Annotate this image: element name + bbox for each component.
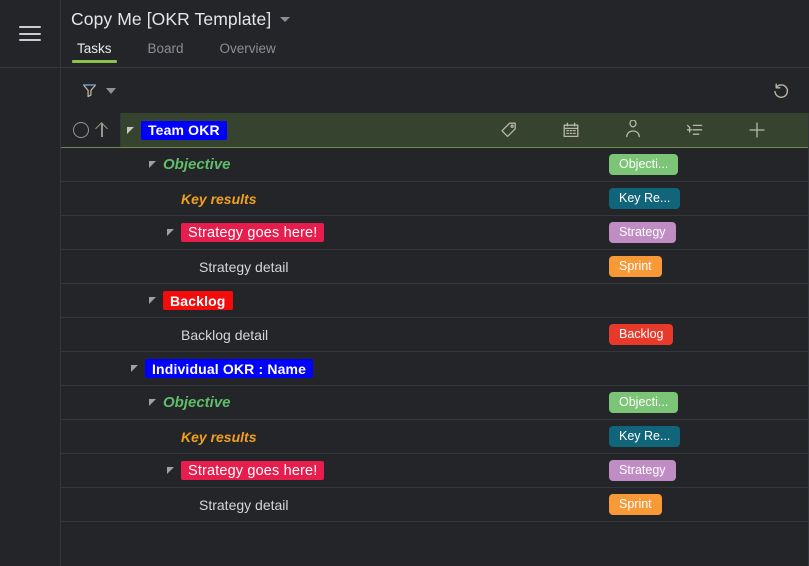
list-add-icon[interactable]: [664, 120, 726, 140]
row-tag-cell: Strategy: [598, 454, 808, 487]
hamburger-line: [19, 26, 41, 28]
left-rail-body: [0, 68, 60, 566]
expand-collapse-triangle-icon[interactable]: [167, 467, 174, 474]
hamburger-icon[interactable]: [19, 26, 41, 41]
table-row[interactable]: Team OKR: [61, 113, 808, 148]
toolbar-left: [81, 82, 116, 99]
status-badge[interactable]: Sprint: [609, 255, 662, 278]
tab-overview[interactable]: Overview: [215, 41, 281, 63]
tab-tasks[interactable]: Tasks: [72, 41, 117, 63]
status-badge[interactable]: Backlog: [609, 323, 674, 346]
row-name-cell: Key results: [61, 182, 598, 215]
table-row[interactable]: Strategy goes here! Strategy: [61, 216, 808, 250]
task-name[interactable]: Key results: [181, 429, 256, 445]
arrow-up-icon[interactable]: [95, 122, 108, 138]
row-gutter: [61, 113, 121, 147]
row-tag-cell: [598, 284, 808, 317]
row-name-cell: Strategy detail: [61, 488, 598, 521]
task-name[interactable]: Strategy detail: [199, 259, 289, 275]
table-row[interactable]: Strategy detail Sprint: [61, 250, 808, 284]
row-tag-cell: Sprint: [598, 488, 808, 521]
row-name-cell: Team OKR: [121, 113, 478, 147]
task-name[interactable]: Key results: [181, 191, 256, 207]
row-tag-cell: Objecti...: [598, 386, 808, 419]
toolbar: [60, 68, 809, 113]
group-row-actions: [478, 113, 808, 147]
row-name-cell: Strategy goes here!: [61, 454, 598, 487]
task-name[interactable]: Backlog: [163, 291, 233, 310]
row-tag-cell: Sprint: [598, 250, 808, 283]
tag-icon[interactable]: [478, 120, 540, 140]
task-table: Team OKR Objective Objecti... Key results Ke…: [60, 113, 809, 566]
table-row[interactable]: Strategy detail Sprint: [61, 488, 808, 522]
tab-board[interactable]: Board: [143, 41, 189, 63]
table-row[interactable]: Backlog: [61, 284, 808, 318]
row-tag-cell: Strategy: [598, 216, 808, 249]
toolbar-right: [771, 81, 791, 101]
app-window: Copy Me [OKR Template] Tasks Board Overvie…: [0, 0, 809, 566]
expand-collapse-triangle-icon[interactable]: [131, 365, 138, 372]
row-tag-cell: Key Re...: [598, 420, 808, 453]
hamburger-line: [19, 39, 41, 41]
task-name[interactable]: Strategy detail: [199, 497, 289, 513]
task-name[interactable]: Strategy goes here!: [181, 223, 325, 242]
filter-chevron-down-icon[interactable]: [106, 87, 116, 94]
person-icon[interactable]: [602, 120, 664, 140]
page-title: Copy Me [OKR Template]: [71, 9, 272, 29]
status-badge[interactable]: Objecti...: [609, 153, 679, 176]
title-row: Copy Me [OKR Template]: [61, 0, 809, 30]
table-row[interactable]: Strategy goes here! Strategy: [61, 454, 808, 488]
expand-collapse-triangle-icon[interactable]: [149, 161, 156, 168]
row-name-cell: Key results: [61, 420, 598, 453]
row-name-cell: Objective: [61, 386, 598, 419]
filter-funnel-icon[interactable]: [81, 82, 98, 99]
expand-collapse-triangle-icon[interactable]: [167, 229, 174, 236]
table-row[interactable]: Key results Key Re...: [61, 182, 808, 216]
table-row[interactable]: Objective Objecti...: [61, 386, 808, 420]
chevron-down-icon[interactable]: [280, 17, 291, 22]
row-tag-cell: Backlog: [598, 318, 808, 351]
plus-icon[interactable]: [726, 120, 788, 140]
status-badge[interactable]: Strategy: [609, 221, 676, 244]
table-row[interactable]: Backlog detail Backlog: [61, 318, 808, 352]
left-rail-top: [0, 0, 60, 68]
row-name-cell: Backlog detail: [61, 318, 598, 351]
status-badge[interactable]: Objecti...: [609, 391, 679, 414]
status-badge[interactable]: Key Re...: [609, 187, 681, 210]
task-name[interactable]: Backlog detail: [181, 327, 268, 343]
status-badge[interactable]: Key Re...: [609, 425, 681, 448]
task-name[interactable]: Individual OKR : Name: [145, 359, 314, 378]
left-rail: [0, 0, 60, 566]
table-row[interactable]: Individual OKR : Name: [61, 352, 808, 386]
expand-collapse-triangle-icon[interactable]: [127, 126, 134, 134]
row-name-cell: Backlog: [61, 284, 598, 317]
task-name[interactable]: Team OKR: [141, 120, 227, 140]
app-header: Copy Me [OKR Template] Tasks Board Overvie…: [60, 0, 809, 68]
row-name-cell: Individual OKR : Name: [61, 352, 598, 385]
status-badge[interactable]: Sprint: [609, 493, 662, 516]
calendar-icon[interactable]: [540, 120, 602, 140]
undo-rotate-left-icon[interactable]: [771, 81, 791, 101]
task-name[interactable]: Objective: [163, 394, 231, 411]
task-name[interactable]: Objective: [163, 156, 231, 173]
table-row[interactable]: Objective Objecti...: [61, 148, 808, 182]
tab-bar: Tasks Board Overview: [61, 35, 809, 63]
row-tag-cell: Key Re...: [598, 182, 808, 215]
expand-collapse-triangle-icon[interactable]: [149, 297, 156, 304]
row-name-cell: Strategy detail: [61, 250, 598, 283]
row-name-cell: Objective: [61, 148, 598, 181]
circle-status-icon[interactable]: [73, 122, 89, 138]
row-tag-cell: [598, 352, 808, 385]
row-tag-cell: Objecti...: [598, 148, 808, 181]
row-name-cell: Strategy goes here!: [61, 216, 598, 249]
table-row[interactable]: Key results Key Re...: [61, 420, 808, 454]
task-name[interactable]: Strategy goes here!: [181, 461, 325, 480]
status-badge[interactable]: Strategy: [609, 459, 676, 482]
expand-collapse-triangle-icon[interactable]: [149, 399, 156, 406]
hamburger-line: [19, 32, 41, 35]
